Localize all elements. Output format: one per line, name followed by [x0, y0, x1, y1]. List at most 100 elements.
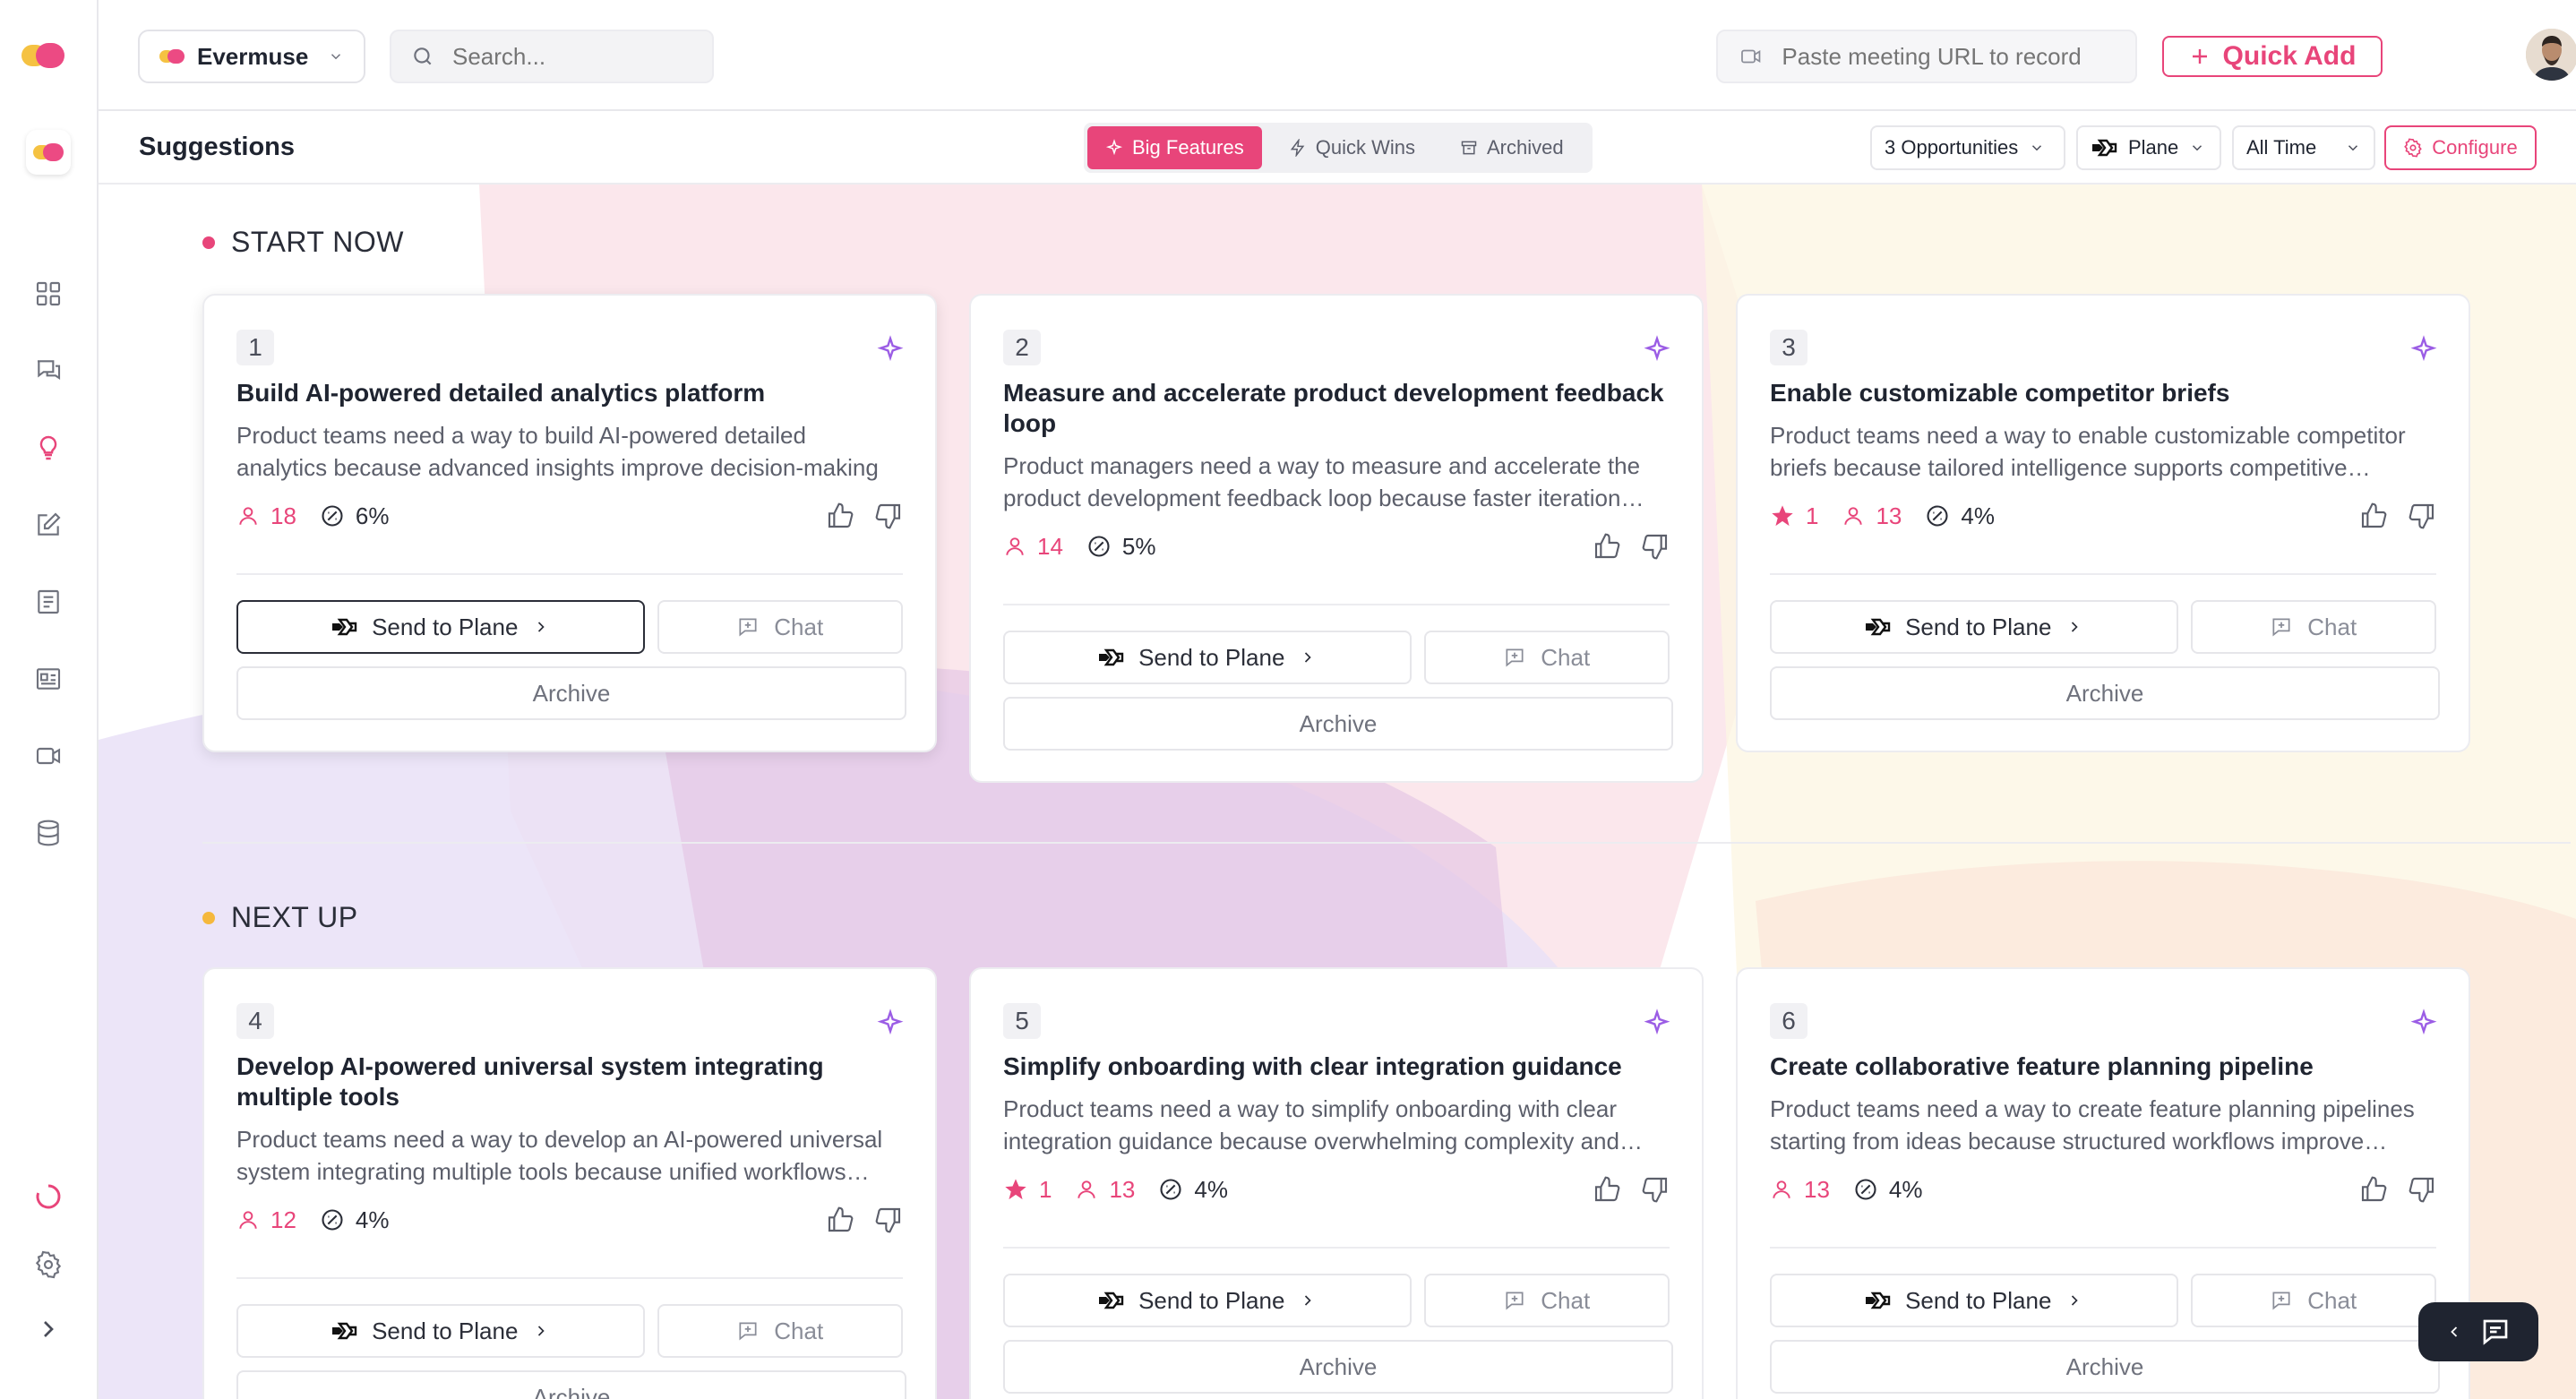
- send-label: Send to Plane: [1905, 613, 2052, 640]
- configure-button[interactable]: Configure: [2384, 125, 2537, 170]
- tab-big-features[interactable]: Big Features: [1087, 126, 1262, 169]
- edit-icon[interactable]: [30, 507, 66, 543]
- expand-sidebar-chevron-icon[interactable]: [30, 1311, 66, 1347]
- chevron-down-icon: [331, 54, 341, 60]
- suggestion-card[interactable]: 2 Measure and accelerate product develop…: [969, 294, 1704, 783]
- thumbs-down-icon[interactable]: [1641, 532, 1670, 561]
- thumbs-up-icon[interactable]: [1593, 1175, 1621, 1204]
- plane-logo-icon: [1866, 618, 1891, 636]
- document-list-icon[interactable]: [30, 584, 66, 620]
- user-icon: [239, 507, 257, 525]
- workspace-switcher-icon[interactable]: [26, 130, 71, 175]
- thumbs-up-icon[interactable]: [826, 502, 854, 530]
- chat-button[interactable]: Chat: [1423, 1274, 1670, 1327]
- archive-button[interactable]: Archive: [236, 1370, 906, 1399]
- user-avatar[interactable]: [2526, 29, 2576, 81]
- thumbs-up-icon[interactable]: [1593, 532, 1621, 561]
- chat-button[interactable]: Chat: [2190, 1274, 2436, 1327]
- archive-button[interactable]: Archive: [1003, 697, 1673, 751]
- card-divider: [1770, 573, 2436, 575]
- sparkle-icon[interactable]: [1643, 335, 1671, 364]
- thumbs-down-icon[interactable]: [874, 502, 903, 530]
- thumbs-down-icon[interactable]: [2408, 1175, 2436, 1204]
- thumbs-up-icon[interactable]: [2359, 1175, 2388, 1204]
- sparkle-icon[interactable]: [2409, 1008, 2438, 1037]
- thumbs-up-icon[interactable]: [826, 1206, 854, 1234]
- chevron-right-icon: [2072, 622, 2079, 632]
- feedback-icon[interactable]: [30, 353, 66, 389]
- support-chat-button[interactable]: [2418, 1302, 2538, 1361]
- suggestion-card[interactable]: 5 Simplify onboarding with clear integra…: [969, 967, 1704, 1399]
- opportunities-filter[interactable]: 3 Opportunities: [1870, 125, 2065, 170]
- card-description: Product teams need a way to create featu…: [1770, 1095, 2415, 1154]
- search-input[interactable]: [452, 42, 685, 71]
- send-to-plane-button[interactable]: Send to Plane: [236, 600, 645, 654]
- chat-label: Chat: [2307, 1286, 2357, 1314]
- sparkle-icon[interactable]: [876, 1008, 905, 1037]
- send-to-plane-button[interactable]: Send to Plane: [1003, 1274, 1412, 1327]
- settings-gear-icon[interactable]: [30, 1247, 66, 1283]
- archive-button[interactable]: Archive: [1003, 1340, 1673, 1394]
- progress-ring-icon[interactable]: [30, 1179, 66, 1214]
- thumbs-down-icon[interactable]: [2408, 502, 2436, 530]
- chat-button[interactable]: Chat: [657, 600, 903, 654]
- user-count-value: 13: [1876, 502, 1902, 529]
- database-icon[interactable]: [30, 815, 66, 851]
- user-icon: [1844, 507, 1863, 525]
- thumbs-up-icon[interactable]: [2359, 502, 2388, 530]
- contact-card-icon[interactable]: [30, 661, 66, 697]
- sparkle-icon[interactable]: [2409, 335, 2438, 364]
- org-logo-icon: [159, 49, 185, 64]
- archive-label: Archive: [2065, 1352, 2144, 1380]
- chevron-left-icon: [2451, 1326, 2458, 1337]
- percent-value: 6%: [355, 502, 390, 529]
- chat-button[interactable]: Chat: [657, 1304, 903, 1358]
- card-number: 3: [1770, 330, 1807, 365]
- archive-button[interactable]: Archive: [236, 666, 906, 720]
- archive-button[interactable]: Archive: [1770, 1340, 2440, 1394]
- configure-label: Configure: [2432, 136, 2518, 159]
- organization-switcher[interactable]: Evermuse: [138, 30, 365, 83]
- send-label: Send to Plane: [1138, 1286, 1285, 1314]
- suggestion-card[interactable]: 1 Build AI-powered detailed analytics pl…: [202, 294, 937, 752]
- send-to-plane-button[interactable]: Send to Plane: [1003, 631, 1412, 684]
- send-to-plane-button[interactable]: Send to Plane: [1770, 600, 2178, 654]
- dashboard-icon[interactable]: [30, 276, 66, 312]
- tab-archived[interactable]: Archived: [1442, 126, 1582, 169]
- suggestion-card[interactable]: 6 Create collaborative feature planning …: [1736, 967, 2470, 1399]
- archive-box-icon: [1461, 141, 1477, 155]
- vote-buttons: [826, 1206, 903, 1234]
- meeting-url-input[interactable]: [1782, 42, 2116, 71]
- user-count: 12: [236, 1206, 296, 1234]
- percent-value: 4%: [1194, 1175, 1228, 1203]
- card-title: Simplify onboarding with clear integrati…: [1003, 1052, 1622, 1080]
- chat-button[interactable]: Chat: [1423, 631, 1670, 684]
- app-logo-icon[interactable]: [21, 41, 64, 70]
- integration-filter[interactable]: Plane: [2076, 125, 2221, 170]
- lightbulb-icon[interactable]: [30, 430, 66, 466]
- chat-button[interactable]: Chat: [2190, 600, 2436, 654]
- gauge-icon: [1927, 505, 1948, 527]
- tab-quick-wins[interactable]: Quick Wins: [1271, 126, 1433, 169]
- section-title: START NOW: [231, 226, 404, 258]
- chat-plus-icon: [739, 1322, 757, 1341]
- gear-icon: [2404, 138, 2423, 158]
- chat-label: Chat: [1541, 643, 1591, 671]
- send-label: Send to Plane: [1138, 643, 1285, 671]
- top-header: Evermuse Quick Add: [99, 0, 2576, 111]
- send-to-plane-button[interactable]: Send to Plane: [236, 1304, 645, 1358]
- video-camera-icon[interactable]: [30, 738, 66, 774]
- star-icon: [1772, 505, 1793, 527]
- sparkle-icon[interactable]: [1643, 1008, 1671, 1037]
- archive-button[interactable]: Archive: [1770, 666, 2440, 720]
- time-range-filter[interactable]: All Time: [2232, 125, 2375, 170]
- thumbs-down-icon[interactable]: [874, 1206, 903, 1234]
- thumbs-down-icon[interactable]: [1641, 1175, 1670, 1204]
- chat-label: Chat: [774, 613, 824, 640]
- card-divider: [236, 573, 903, 575]
- suggestion-card[interactable]: 4 Develop AI-powered universal system in…: [202, 967, 937, 1399]
- sparkle-icon[interactable]: [876, 335, 905, 364]
- quick-add-button[interactable]: Quick Add: [2162, 36, 2383, 77]
- send-to-plane-button[interactable]: Send to Plane: [1770, 1274, 2178, 1327]
- suggestion-card[interactable]: 3 Enable customizable competitor briefs …: [1736, 294, 2470, 752]
